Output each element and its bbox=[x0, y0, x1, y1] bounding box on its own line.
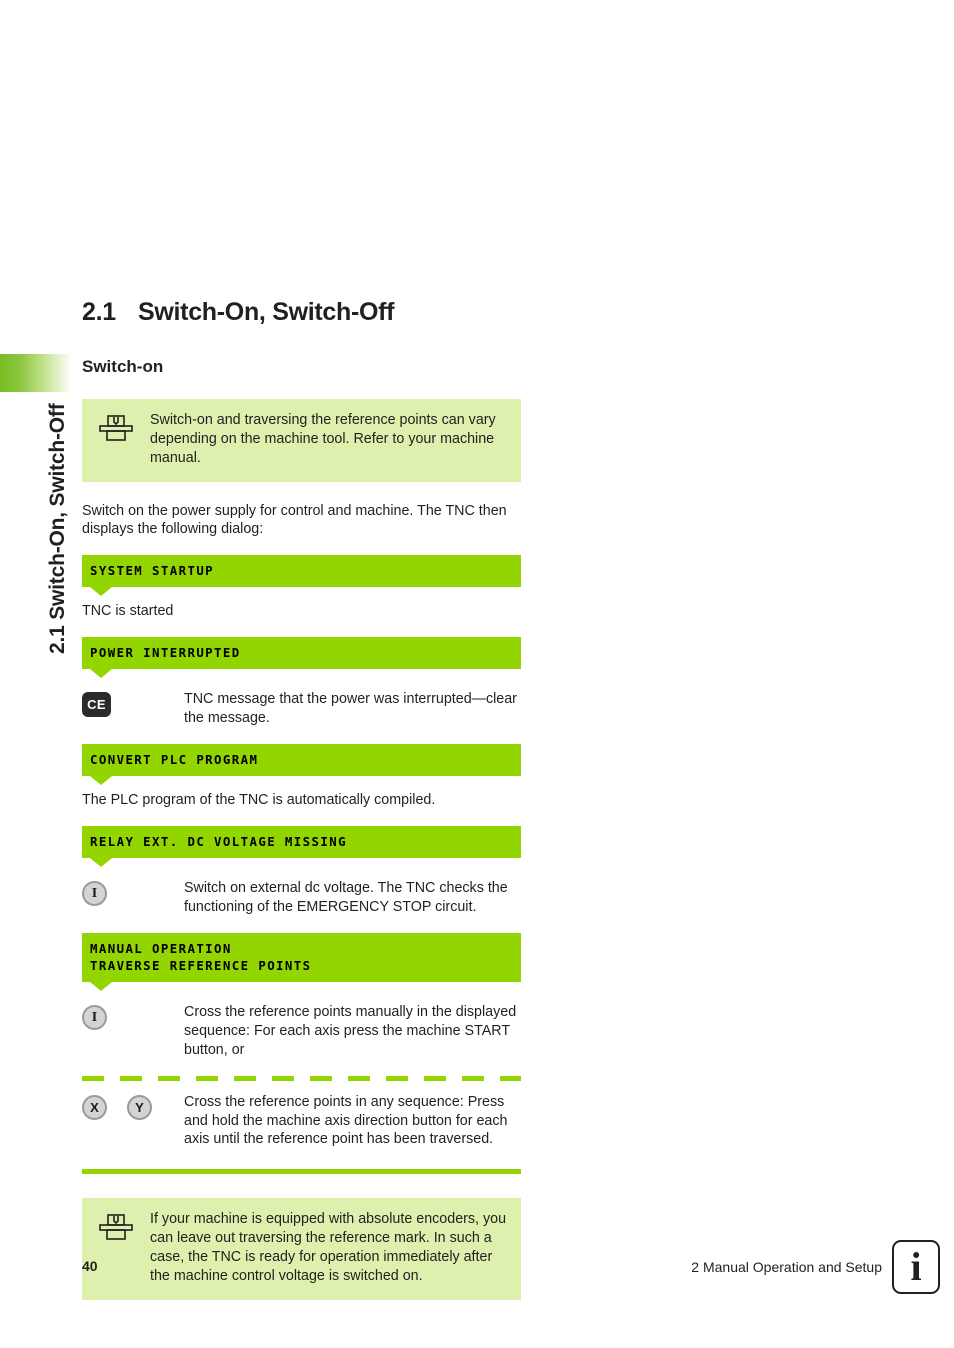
dialog-bar: CONVERT PLC PROGRAM bbox=[82, 744, 521, 777]
dialog-bar: RELAY EXT. DC VOLTAGE MISSING bbox=[82, 826, 521, 859]
x-axis-key[interactable]: X bbox=[82, 1094, 107, 1120]
step-manual-sequence: I Cross the reference points manually in… bbox=[82, 1003, 521, 1060]
section-divider bbox=[82, 1169, 521, 1175]
section-title: Switch-On, Switch-Off bbox=[138, 298, 395, 326]
step-clear-message: CE TNC message that the power was interr… bbox=[82, 690, 521, 728]
dialog-bar: MANUAL OPERATION TRAVERSE REFERENCE POIN… bbox=[82, 932, 521, 983]
dialog-manual-operation: MANUAL OPERATION TRAVERSE REFERENCE POIN… bbox=[82, 932, 522, 992]
info-badge-icon: i bbox=[892, 1240, 940, 1294]
dialog-relay-voltage-missing: RELAY EXT. DC VOLTAGE MISSING bbox=[82, 826, 522, 868]
dialog-line: TRAVERSE REFERENCE POINTS bbox=[90, 958, 312, 973]
machine-tool-icon bbox=[96, 411, 136, 468]
machine-manual-note-text: Switch-on and traversing the reference p… bbox=[150, 412, 496, 466]
plc-compiled-paragraph: The PLC program of the TNC is automatica… bbox=[82, 792, 436, 809]
dialog-line: CONVERT PLC PROGRAM bbox=[90, 752, 259, 768]
page-content: 2.1 Switch-On, Switch-Off Switch-on Switc… bbox=[82, 298, 522, 1320]
flow-arrow-down-icon bbox=[90, 776, 112, 786]
dialog-bar: SYSTEM STARTUP bbox=[82, 555, 521, 588]
step-description: Switch on external dc voltage. The TNC c… bbox=[184, 880, 508, 916]
page-number: 40 bbox=[82, 1258, 98, 1274]
page-title: 2.1 Switch-On, Switch-Off bbox=[82, 298, 522, 327]
section-number: 2.1 bbox=[82, 298, 116, 326]
i-key[interactable]: I bbox=[82, 881, 107, 907]
dialog-line: POWER INTERRUPTED bbox=[90, 645, 241, 661]
dialog-power-interrupted: POWER INTERRUPTED bbox=[82, 637, 522, 679]
key-column: I bbox=[82, 879, 184, 907]
sidebar-running-head: 2.1 Switch-On, Switch-Off bbox=[46, 403, 69, 654]
dialog-line: RELAY EXT. DC VOLTAGE MISSING bbox=[90, 834, 347, 850]
flow-arrow-down-icon bbox=[90, 587, 112, 597]
step-description: Cross the reference points in any sequen… bbox=[184, 1093, 508, 1148]
key-column: I bbox=[82, 1003, 184, 1031]
step-external-voltage: I Switch on external dc voltage. The TNC… bbox=[82, 879, 521, 917]
step-any-sequence: X Y Cross the reference points in any se… bbox=[82, 1093, 521, 1150]
dashed-divider bbox=[82, 1075, 521, 1081]
key-column: X Y bbox=[82, 1093, 184, 1120]
dialog-line: MANUAL OPERATION bbox=[90, 940, 232, 956]
i-key[interactable]: I bbox=[82, 1005, 107, 1031]
ce-key[interactable]: CE bbox=[82, 692, 111, 718]
dialog-convert-plc-program: CONVERT PLC PROGRAM bbox=[82, 744, 522, 786]
y-axis-key[interactable]: Y bbox=[127, 1094, 152, 1120]
tnc-started-paragraph: TNC is started bbox=[82, 603, 174, 620]
dialog-line: SYSTEM STARTUP bbox=[90, 563, 215, 579]
flow-arrow-down-icon bbox=[90, 982, 112, 992]
footer-chapter-title: 2 Manual Operation and Setup bbox=[691, 1259, 882, 1275]
machine-manual-note: Switch-on and traversing the reference p… bbox=[82, 399, 521, 482]
sub-heading: Switch-on bbox=[82, 357, 164, 376]
dialog-bar: POWER INTERRUPTED bbox=[82, 637, 521, 670]
flow-arrow-down-icon bbox=[90, 669, 112, 679]
flow-arrow-down-icon bbox=[90, 858, 112, 868]
key-column: CE bbox=[82, 690, 184, 718]
step-description: Cross the reference points manually in t… bbox=[184, 1004, 517, 1058]
step-description: TNC message that the power was interrupt… bbox=[184, 691, 517, 727]
dialog-system-startup: SYSTEM STARTUP bbox=[82, 555, 522, 597]
page-footer: 40 2 Manual Operation and Setup i bbox=[0, 1240, 954, 1318]
intro-paragraph: Switch on the power supply for control a… bbox=[82, 502, 507, 538]
